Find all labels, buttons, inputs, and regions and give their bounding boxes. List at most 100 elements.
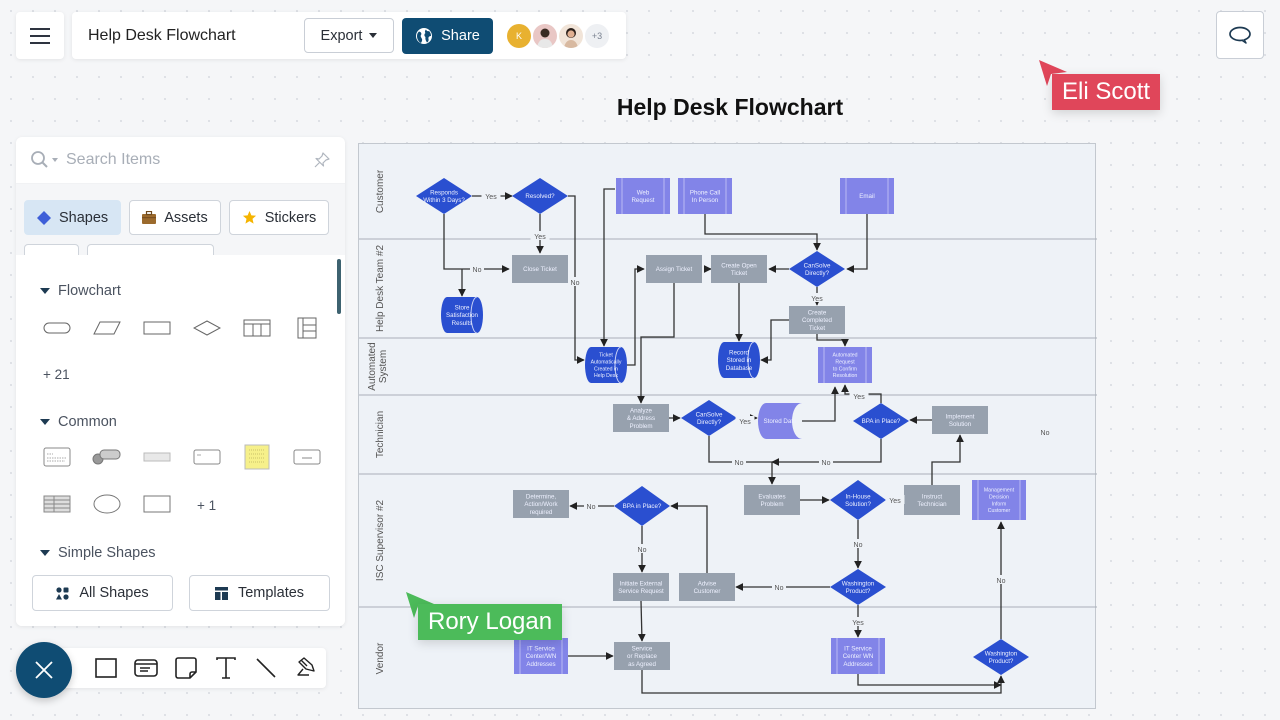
avatar[interactable] — [559, 23, 583, 48]
connector[interactable] — [443, 214, 510, 273]
flowchart-node-can-solve-1[interactable]: CanSolve Directly? — [789, 251, 845, 287]
flowchart-node-email[interactable]: Email — [840, 178, 894, 214]
section-simple-shapes[interactable]: Simple Shapes — [40, 545, 156, 561]
flowchart-node-analyze[interactable]: Analyze & Address Problem — [613, 404, 669, 432]
flowchart-node-record-stored[interactable]: Record Stored in Database — [718, 341, 760, 379]
process-shape[interactable] — [132, 313, 182, 343]
connector[interactable] — [760, 319, 789, 364]
sticky-note-shape[interactable] — [232, 442, 282, 472]
lane-label: Vendor — [375, 642, 386, 674]
search-input[interactable] — [66, 151, 313, 169]
data-shape[interactable] — [82, 313, 132, 343]
connector[interactable] — [802, 386, 839, 422]
comments-button[interactable] — [1216, 11, 1264, 59]
export-button[interactable]: Export — [304, 18, 394, 53]
avatar[interactable] — [533, 23, 557, 48]
flowchart-node-can-solve-2[interactable]: CanSolve Directly? — [681, 400, 737, 436]
flowchart-node-bpa-2[interactable]: BPA in Place? — [614, 486, 670, 526]
templates-button[interactable]: Templates — [189, 575, 330, 611]
flowchart-node-determine[interactable]: Determine, Action/Work required — [513, 490, 569, 518]
flowchart-node-resolved[interactable]: Resolved? — [512, 178, 568, 214]
flowchart-node-store-satisfaction[interactable]: Store Satisfaction Results — [441, 296, 483, 334]
node-label: Assign Ticket — [656, 266, 693, 273]
flowchart-node-washington-1[interactable]: Washington Product? — [830, 569, 886, 605]
flowchart-node-responds[interactable]: Responds Within 3 Days? — [416, 178, 472, 214]
flowchart-node-ticket-auto[interactable]: Ticket Automatically Created in Help Desk — [585, 346, 627, 384]
banner-shape[interactable] — [282, 442, 332, 472]
flowchart-node-evaluates[interactable]: Evaluates Problem — [744, 485, 800, 515]
connector[interactable] — [637, 283, 675, 404]
avatar-overflow-count[interactable]: +3 — [585, 23, 609, 48]
connector[interactable] — [670, 502, 708, 573]
avatar[interactable]: K — [507, 23, 531, 48]
ellipse-shape[interactable] — [82, 489, 132, 519]
rectangle-tool[interactable] — [86, 648, 126, 688]
document-title[interactable]: Help Desk Flowchart — [88, 27, 304, 45]
more-common-shapes[interactable]: + 1 — [197, 498, 216, 513]
connector[interactable] — [600, 188, 615, 347]
flowchart-node-in-house[interactable]: In-House Solution? — [830, 480, 886, 520]
flowchart-node-create-completed[interactable]: Create Completed Ticket — [789, 306, 845, 334]
line-tool[interactable] — [246, 648, 286, 688]
sticky-note-tool[interactable] — [166, 648, 206, 688]
flowchart-node-automated-request[interactable]: Automated Request to Confirm Resolution — [818, 347, 872, 383]
swimlane-horizontal-shape[interactable] — [232, 313, 282, 343]
flowchart-node-bpa-1[interactable]: BPA in Place? — [853, 403, 909, 439]
flowchart-node-it-service-2[interactable]: IT Service Center WN Addresses — [831, 638, 885, 674]
close-toolbar-button[interactable] — [16, 642, 72, 698]
tab-shapes[interactable]: Shapes — [24, 200, 122, 235]
text-tool[interactable] — [206, 648, 246, 688]
rectangle-shape[interactable] — [132, 489, 182, 519]
menu-button[interactable] — [16, 12, 64, 59]
connector[interactable] — [704, 214, 821, 251]
connector[interactable] — [931, 434, 964, 485]
tab-stickers[interactable]: Stickers — [228, 200, 330, 235]
collaborators: K +3 — [507, 23, 609, 48]
panel-scrollbar[interactable] — [337, 259, 341, 314]
all-shapes-button[interactable]: All Shapes — [32, 575, 173, 611]
flowchart-node-close-ticket[interactable]: Close Ticket — [512, 255, 568, 283]
swimlane-vertical-shape[interactable] — [282, 313, 332, 343]
callout-shape[interactable] — [82, 442, 132, 472]
flowchart-node-implement[interactable]: Implement Solution — [932, 406, 988, 434]
search-filter-caret-icon[interactable] — [52, 158, 58, 162]
flowchart-node-create-open-ticket[interactable]: Create Open Ticket — [711, 255, 767, 283]
flowchart-node-stored-data[interactable]: Stored Data — [758, 403, 802, 439]
connector[interactable] — [846, 214, 868, 273]
more-flowchart-shapes[interactable]: + 21 — [43, 367, 70, 382]
ruler-shape[interactable] — [132, 442, 182, 472]
flowchart-node-it-service-1[interactable]: IT Service Center/WN Addresses — [514, 638, 568, 674]
lane-label: ISC Supervisor #2 — [375, 499, 386, 581]
search-icon[interactable] — [30, 150, 52, 170]
flowchart-node-instruct[interactable]: Instruct Technician — [904, 485, 960, 515]
flowchart-node-initiate[interactable]: Initiate External Service Request — [613, 573, 669, 601]
edge-label: Yes — [811, 296, 823, 303]
edge-label: No — [775, 585, 784, 592]
flowchart-node-phone-call[interactable]: Phone Call In Person — [678, 178, 732, 214]
terminator-shape[interactable] — [32, 313, 82, 343]
card-tool[interactable] — [126, 648, 166, 688]
text-block-shape[interactable] — [32, 442, 82, 472]
pen-tool[interactable] — [286, 648, 326, 688]
flowchart-node-web-request[interactable]: Web Request — [616, 178, 670, 214]
flowchart-node-service-replace[interactable]: Service or Replace as Agreed — [614, 642, 670, 670]
flowchart-node-assign-ticket[interactable]: Assign Ticket — [646, 255, 702, 283]
globe-icon — [416, 27, 433, 44]
table-shape[interactable] — [32, 489, 82, 519]
connector[interactable] — [816, 334, 849, 347]
note-card-shape[interactable] — [182, 442, 232, 472]
close-icon — [35, 661, 53, 679]
section-common[interactable]: Common — [40, 414, 117, 430]
flowchart-node-advise[interactable]: Advise Customer — [679, 573, 735, 601]
pin-icon[interactable] — [313, 151, 331, 169]
tab-assets[interactable]: Assets — [129, 200, 221, 235]
connector[interactable] — [857, 674, 1002, 689]
flowchart-node-washington-2[interactable]: Washington Product? — [973, 639, 1029, 675]
section-flowchart[interactable]: Flowchart — [40, 283, 121, 299]
flowchart-node-management[interactable]: Management Decision Inform Customer — [972, 480, 1026, 520]
share-button[interactable]: Share — [402, 17, 493, 54]
shapes-panel: Shapes Assets Stickers Flowchart + 21 — [16, 137, 345, 626]
decision-shape[interactable] — [182, 313, 232, 343]
node-label: IT Service Center WN Addresses — [843, 645, 874, 668]
connector[interactable] — [641, 670, 1005, 694]
